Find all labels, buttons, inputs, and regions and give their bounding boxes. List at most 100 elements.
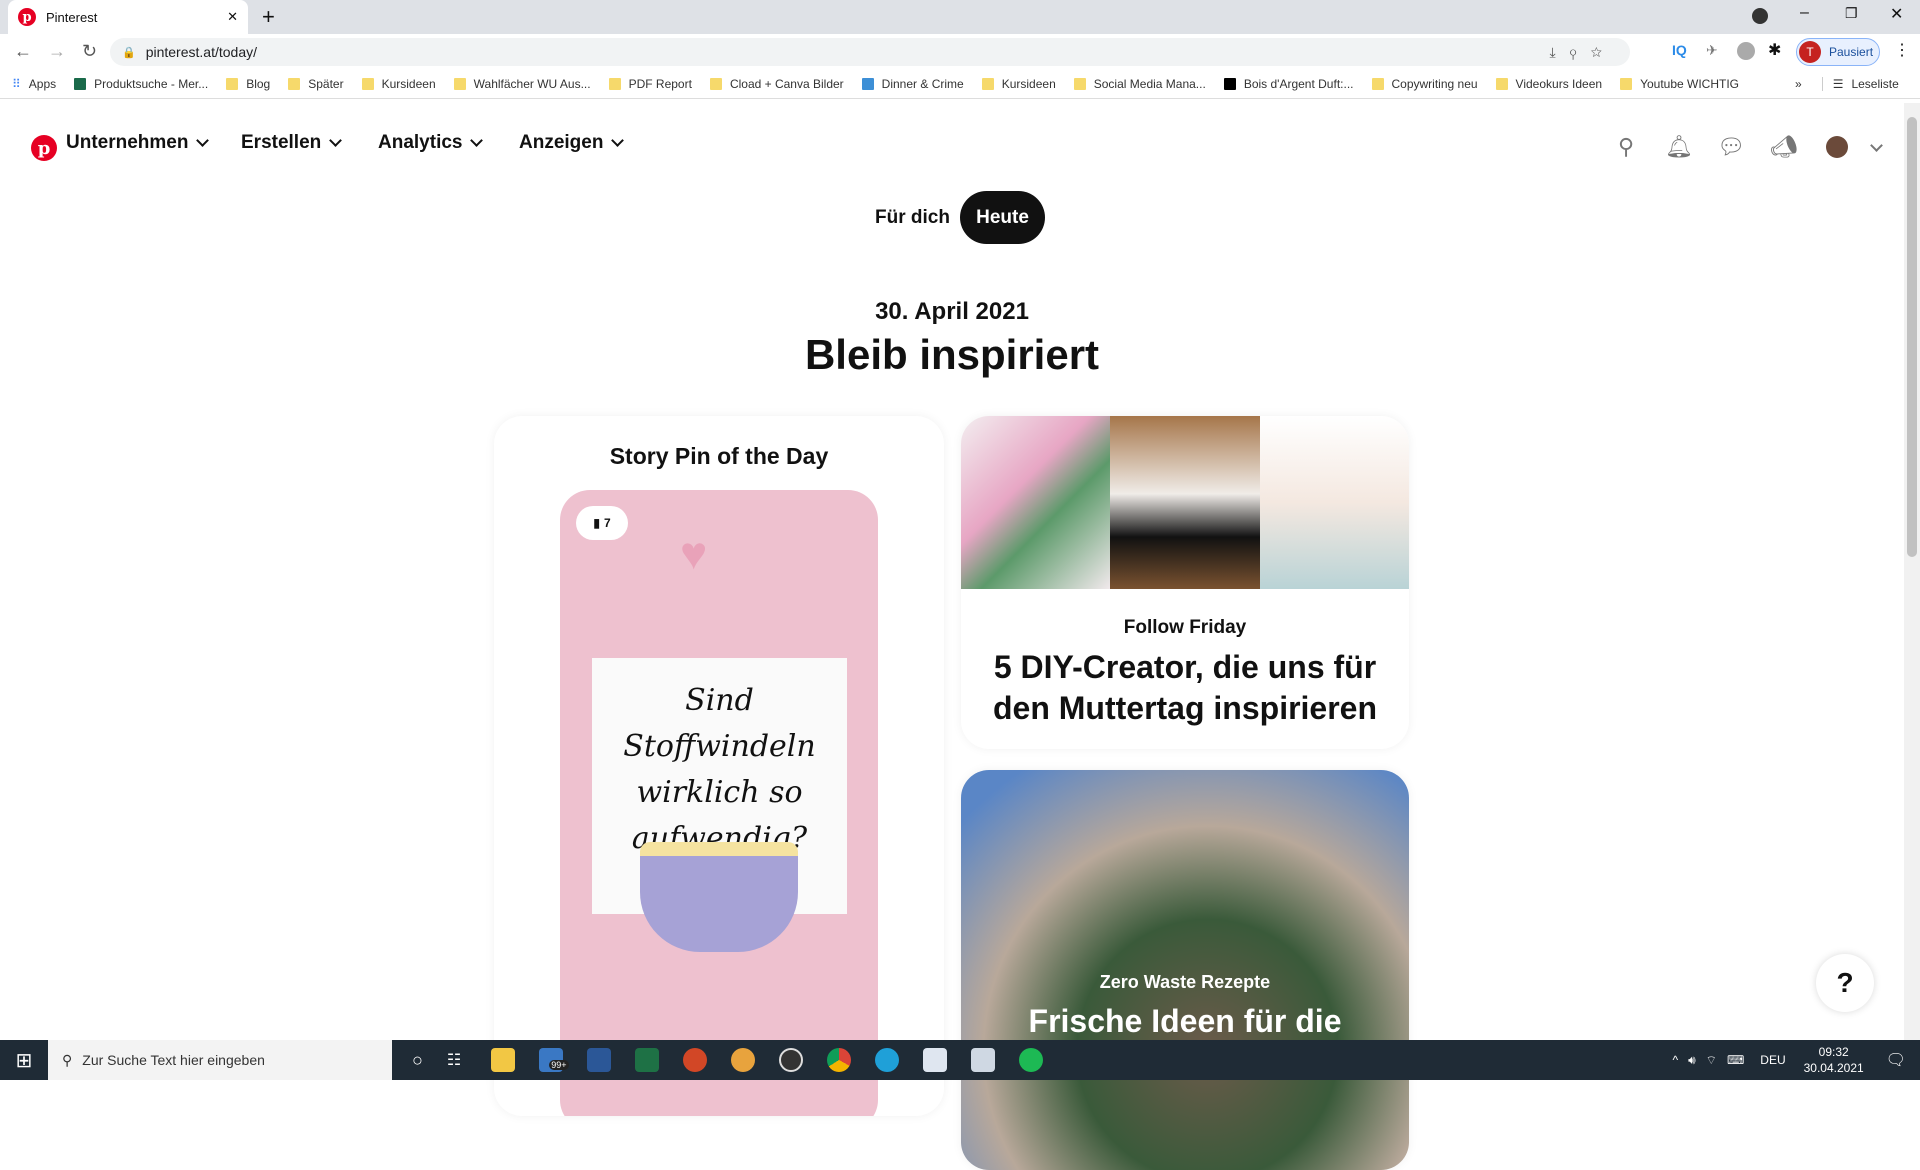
menu-icon[interactable]: ⋮ — [1894, 40, 1910, 60]
bookmark[interactable]: Später — [288, 76, 344, 91]
language-indicator[interactable]: DEU — [1760, 1053, 1785, 1067]
bookmark-apps[interactable]: ⠿ Apps — [12, 77, 56, 91]
story-heading: Story Pin of the Day — [609, 443, 829, 469]
system-tray-icons[interactable]: ^🔊︎⌔⌨ — [1672, 1053, 1754, 1068]
iq-extension-icon[interactable]: IQ — [1672, 42, 1687, 58]
bookmark[interactable]: PDF Report — [608, 77, 692, 91]
pinterest-logo-icon[interactable]: p — [31, 135, 57, 161]
minimize-icon[interactable]: – — [1800, 4, 1809, 22]
bookmark[interactable]: Cload + Canva Bilder — [709, 76, 844, 91]
bookmark-label: Wahlfächer WU Aus... — [473, 76, 591, 91]
bookmark[interactable]: Produktsuche - Mer... — [74, 77, 208, 91]
back-icon[interactable]: ← — [14, 41, 32, 62]
site-icon — [861, 77, 874, 90]
reading-list[interactable]: ☰ Leseliste — [1821, 76, 1899, 91]
megaphone-icon[interactable]: 📣︎ — [1770, 134, 1798, 160]
bookmark[interactable]: Kursideen — [981, 77, 1056, 91]
scrollbar-thumb[interactable] — [1907, 117, 1917, 557]
zero-waste-card[interactable]: Zero Waste Rezepte Frische Ideen für die — [961, 770, 1409, 1170]
bookmark[interactable]: Youtube WICHTIG — [1620, 77, 1739, 91]
forward-icon[interactable]: → — [48, 41, 66, 62]
omnibox-actions-icon[interactable]: ⤓⚲☆ — [1549, 44, 1616, 61]
powerpoint-icon[interactable] — [683, 1048, 708, 1072]
tab-strip: p Pinterest ✕ + – ❐ ✕ — [0, 0, 1920, 34]
file-explorer-icon[interactable] — [491, 1048, 516, 1072]
app-icon[interactable] — [731, 1048, 756, 1072]
task-view-icon[interactable]: ☷ — [447, 1050, 461, 1070]
pages-icon: ▮ — [593, 516, 600, 530]
clock[interactable]: 09:32 30.04.2021 — [1804, 1044, 1864, 1076]
page-count: 7 — [603, 516, 611, 530]
windows-start-icon[interactable]: ⊞ — [0, 1048, 48, 1073]
puzzle-icon[interactable]: ✱ — [1768, 40, 1781, 60]
reading-list-label: Leseliste — [1851, 76, 1899, 91]
reload-icon[interactable]: ↻ — [82, 41, 97, 62]
bookmark-label: Kursideen — [381, 76, 436, 91]
new-tab-icon[interactable]: + — [262, 4, 275, 30]
chevron-down-icon[interactable] — [1870, 139, 1883, 152]
chat-icon[interactable]: 💬︎ — [1717, 134, 1745, 160]
adblock-icon[interactable] — [1737, 42, 1755, 60]
nav-anzeigen[interactable]: Anzeigen — [519, 132, 625, 154]
follow-friday-card[interactable]: Follow Friday 5 DIY-Creator, die uns für… — [961, 416, 1409, 749]
nav-unternehmen[interactable]: Unternehmen — [66, 132, 210, 154]
bookmark-label: Apps — [28, 76, 57, 91]
help-button[interactable]: ? — [1816, 954, 1874, 1012]
story-pin-card[interactable]: Story Pin of the Day ▮ 7 ♥ Sind Stoffwind… — [494, 416, 944, 1116]
page-count-badge: ▮ 7 — [576, 506, 628, 540]
profile-button[interactable]: T Pausiert — [1796, 38, 1880, 66]
bookmark[interactable]: Dinner & Crime — [861, 77, 964, 91]
word-icon[interactable] — [587, 1048, 612, 1072]
bookmark[interactable]: Social Media Mana... — [1073, 76, 1206, 91]
close-tab-icon[interactable]: ✕ — [227, 9, 238, 25]
bookmark[interactable]: Bois d'Argent Duft:... — [1223, 76, 1354, 91]
bell-icon[interactable]: 🔔︎ — [1665, 134, 1693, 160]
bookmark-label: Social Media Mana... — [1093, 76, 1206, 91]
bookmark-label: Videokurs Ideen — [1515, 76, 1603, 91]
excel-icon[interactable] — [635, 1048, 660, 1072]
tab-fuer-dich[interactable]: Für dich — [875, 207, 950, 229]
bookmark-label: Produktsuche - Mer... — [94, 76, 209, 91]
bookmark-label: Youtube WICHTIG — [1640, 76, 1739, 91]
bookmark-label: Bois d'Argent Duft:... — [1243, 76, 1354, 91]
restore-icon[interactable]: ❐ — [1845, 5, 1858, 22]
mail-icon[interactable]: 99+ — [539, 1048, 569, 1072]
browser-tab[interactable]: p Pinterest ✕ — [8, 0, 248, 34]
edge-icon[interactable] — [875, 1048, 900, 1072]
bookmark[interactable]: Copywriting neu — [1371, 77, 1478, 91]
extension-icon[interactable]: ✈ — [1706, 42, 1718, 59]
site-icon — [1223, 77, 1236, 90]
close-window-icon[interactable]: ✕ — [1890, 4, 1903, 24]
spotify-icon[interactable] — [1019, 1048, 1044, 1072]
today-date: 30. April 2021 — [875, 298, 1029, 325]
tab-heute[interactable]: Heute — [960, 191, 1045, 244]
nav-label: Erstellen — [241, 132, 322, 153]
app-icon[interactable] — [923, 1048, 948, 1072]
taskbar: ⊞ ⚲ Zur Suche Text hier eingeben ○ ☷ 99+ … — [0, 1040, 1920, 1080]
story-pin-image[interactable]: ▮ 7 ♥ Sind Stoffwindeln wirklich so aufwe… — [560, 490, 878, 1116]
notepad-icon[interactable] — [971, 1048, 996, 1072]
bookmark[interactable]: Wahlfächer WU Aus... — [453, 76, 591, 91]
bookmark-label: Cload + Canva Bilder — [729, 76, 844, 91]
scrollbar[interactable] — [1904, 103, 1920, 1040]
bookmark-label: Später — [308, 76, 344, 91]
nav-erstellen[interactable]: Erstellen — [241, 132, 343, 154]
page-title: Bleib inspiriert — [804, 331, 1100, 378]
nav-label: Analytics — [378, 132, 463, 153]
chevron-down-icon — [611, 134, 625, 147]
bookmark[interactable]: Kursideen — [361, 76, 436, 91]
nav-analytics[interactable]: Analytics — [378, 132, 484, 154]
chrome-icon[interactable] — [827, 1048, 852, 1072]
avatar[interactable] — [1826, 136, 1848, 158]
card-kicker: Zero Waste Rezepte — [1099, 972, 1271, 992]
taskbar-search[interactable]: ⚲ Zur Suche Text hier eingeben — [48, 1040, 392, 1080]
search-icon[interactable]: ⚲ — [1613, 134, 1639, 160]
bookmark[interactable]: Videokurs Ideen — [1495, 76, 1603, 91]
bookmark[interactable]: Blog — [226, 77, 270, 91]
obs-icon[interactable] — [779, 1048, 804, 1072]
more-bookmarks[interactable]: » — [1795, 77, 1802, 91]
tab-search-icon[interactable] — [1752, 8, 1768, 24]
address-bar[interactable]: 🔒 pinterest.at/today/ ⤓⚲☆ — [110, 38, 1630, 66]
cortana-icon[interactable]: ○ — [412, 1050, 423, 1071]
notifications-icon[interactable]: 🗨︎ — [1886, 1050, 1906, 1070]
